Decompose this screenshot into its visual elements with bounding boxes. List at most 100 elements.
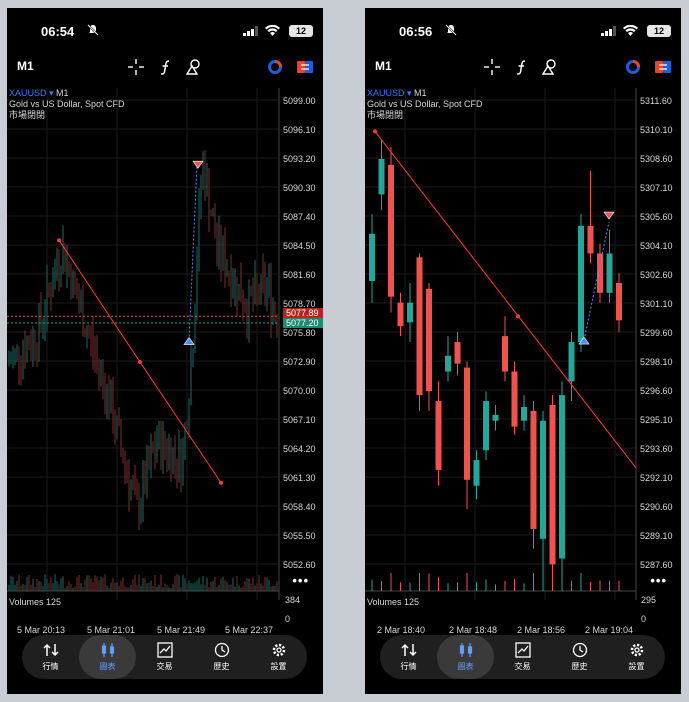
trade-icon (156, 642, 173, 658)
price-axis-label: 5064.20 (283, 444, 316, 454)
price-chart[interactable] (7, 88, 323, 600)
cell-signal-icon (243, 26, 258, 36)
candle-body (549, 404, 556, 565)
indicators-f-icon[interactable] (157, 58, 175, 76)
one-click-trading-icon[interactable] (654, 58, 672, 76)
more-options-icon[interactable]: ••• (650, 573, 667, 588)
price-axis-label: 5308.60 (640, 154, 673, 164)
symbol-name[interactable]: XAUUSD (9, 88, 47, 98)
candle-body (378, 158, 385, 195)
one-click-trading-icon[interactable] (296, 58, 314, 76)
price-axis-label: 5070.00 (283, 386, 316, 396)
price-axis-label: 5301.10 (640, 299, 673, 309)
crosshair-icon[interactable] (127, 58, 145, 76)
chart-toolbar: M1 (7, 56, 323, 80)
price-axis-label: 5081.60 (283, 270, 316, 280)
nav-label: 歷史 (571, 662, 588, 671)
candle-body (559, 395, 565, 559)
trade-session-icon[interactable] (266, 58, 284, 76)
history-icon (572, 642, 587, 658)
candle-body (454, 342, 461, 364)
nav-label: 設置 (270, 662, 287, 671)
candle-body (568, 342, 575, 382)
price-axis-label: 5093.20 (283, 154, 316, 164)
market-status: 市場閉閉 (9, 110, 46, 120)
price-axis-label: 5298.10 (640, 357, 673, 367)
objects-shapes-icon[interactable] (185, 58, 203, 76)
price-axis-label: 5067.10 (283, 415, 316, 425)
time-axis-label: 5 Mar 21:49 (157, 625, 206, 635)
time-axis-label: 5 Mar 21:01 (87, 625, 136, 635)
time-axis-label: 5 Mar 20:13 (17, 625, 66, 635)
time-axis-label: 5 Mar 22:37 (225, 625, 274, 635)
price-axis-label: 5087.40 (283, 212, 316, 222)
nav-quotes[interactable]: 行情 (22, 635, 79, 679)
symbol-timeframe: M1 (56, 88, 69, 98)
volume-max: 295 (641, 595, 657, 605)
timeframe-selector[interactable]: M1 (17, 59, 34, 73)
timeframe-selector[interactable]: M1 (375, 59, 392, 73)
left-phone-screen: 06:54 12 M1 XAUUSD ▾ M1 Gold vs US Dolla… (7, 8, 323, 694)
settings-icon (272, 643, 285, 657)
price-axis-label: 5052.60 (283, 560, 316, 570)
nav-label: 圖表 (457, 662, 474, 671)
price-axis-label: 5310.10 (640, 125, 673, 135)
trade-session-icon[interactable] (624, 58, 642, 76)
objects-shapes-icon[interactable] (541, 58, 559, 76)
price-axis-label: 5293.60 (640, 444, 673, 454)
price-axis-label: 5307.10 (640, 183, 673, 193)
symbol-name[interactable]: XAUUSD (367, 88, 405, 98)
chart-icon (459, 643, 472, 657)
time-axis-label: 2 Mar 18:56 (517, 625, 566, 635)
candle-body (578, 225, 584, 342)
chart-icon (101, 643, 114, 657)
candle-body (435, 401, 442, 470)
price-axis-label: 5311.60 (640, 96, 672, 106)
wifi-icon (623, 25, 638, 36)
indicators-f-icon[interactable] (513, 58, 531, 76)
time-axis-label: 2 Mar 18:40 (377, 625, 426, 635)
symbol-description: Gold vs US Dollar, Spot CFD (9, 99, 125, 109)
candle-body (521, 406, 527, 421)
price-axis-label: 5072.90 (283, 357, 316, 367)
nav-chart[interactable]: 圖表 (437, 635, 494, 679)
price-axis-label: 5289.10 (640, 531, 673, 541)
volume-min: 0 (641, 614, 647, 624)
trendline-anchor (373, 129, 377, 134)
symbol-info: XAUUSD ▾ M1 Gold vs US Dollar, Spot CFD … (367, 88, 483, 120)
quotes-icon (42, 643, 59, 657)
nav-settings[interactable]: 設置 (608, 635, 665, 679)
candle-body (502, 336, 508, 372)
nav-label: 設置 (628, 662, 645, 671)
crosshair-icon[interactable] (483, 58, 501, 76)
right-phone-screen: 06:56 12 M1 XAUUSD ▾ M1 Gold vs US Dolla… (365, 8, 681, 694)
candle-body (416, 257, 423, 396)
nav-settings[interactable]: 設置 (250, 635, 307, 679)
candle-body (445, 355, 451, 372)
nav-chart[interactable]: 圖表 (79, 635, 136, 679)
chart-toolbar: M1 (365, 56, 681, 80)
nav-trade[interactable]: 交易 (136, 635, 193, 679)
price-axis-label: 5061.30 (283, 473, 316, 483)
candle-body (397, 302, 404, 327)
trendline-anchor (516, 314, 520, 319)
nav-history[interactable]: 歷史 (551, 635, 608, 679)
nav-history[interactable]: 歷史 (193, 635, 250, 679)
candle-body (483, 401, 489, 451)
market-status: 市場閉閉 (367, 110, 404, 120)
nav-label: 圖表 (99, 662, 116, 671)
candle-body (426, 288, 432, 392)
bottom-nav: 行情 圖表 交易 歷史 設置 (380, 635, 665, 679)
silent-bell-icon (87, 24, 99, 36)
battery-indicator: 12 (647, 25, 671, 37)
nav-label: 交易 (514, 662, 531, 671)
status-time: 06:54 (41, 24, 75, 39)
price-chart[interactable] (365, 88, 681, 600)
status-bar: 06:56 12 (365, 8, 681, 52)
nav-trade[interactable]: 交易 (494, 635, 551, 679)
more-options-icon[interactable]: ••• (292, 573, 309, 588)
candle-body (388, 164, 394, 297)
candle-body (369, 233, 375, 281)
nav-quotes[interactable]: 行情 (380, 635, 437, 679)
candle-body (616, 282, 622, 321)
